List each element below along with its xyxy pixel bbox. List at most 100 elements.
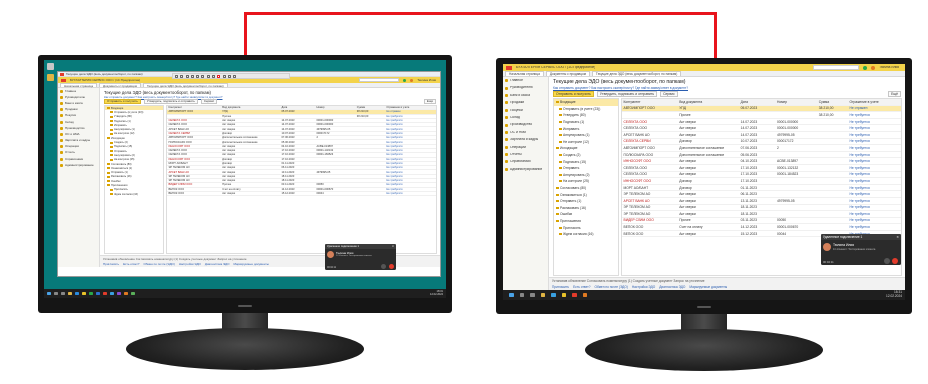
- tab-current-edo[interactable]: Текущие дела ЭДО (весь документооборот, …: [143, 83, 228, 88]
- app-icon[interactable]: [582, 292, 587, 298]
- app-icon[interactable]: [89, 291, 93, 296]
- hangup-button[interactable]: [892, 257, 898, 264]
- table-cell[interactable]: Не требуется: [848, 139, 901, 143]
- tree-folder-item[interactable]: Ознакомиться (1): [554, 191, 618, 198]
- tree-folder-item[interactable]: Аннулировать (1): [554, 132, 618, 139]
- status-link[interactable]: Диагностика ЭДО: [659, 285, 685, 289]
- tree-folder-item[interactable]: Исходящие: [554, 145, 618, 152]
- table-row[interactable]: МОРТ АО/БАНТ Договор 01.11.2023 Не требуетс…: [622, 185, 901, 192]
- tree-folder-item[interactable]: Исправить: [554, 125, 618, 132]
- sidebar-item[interactable]: Покупки: [503, 107, 548, 114]
- table-cell[interactable]: Не требуется: [385, 115, 436, 118]
- column-header[interactable]: Номер: [775, 100, 817, 104]
- app-icon[interactable]: [124, 291, 128, 296]
- table-cell[interactable]: Не требуется: [848, 212, 901, 216]
- table-row[interactable]: ВЕПОК ООО Счет на оплату 14.12.2023 00001-0…: [622, 224, 901, 231]
- table-cell[interactable]: Не требуется: [385, 162, 436, 165]
- record-icon[interactable]: [206, 74, 210, 78]
- table-cell[interactable]: Не требуется: [385, 119, 436, 122]
- app-icon[interactable]: [117, 291, 121, 296]
- sidebar-item[interactable]: Администрирование: [58, 162, 99, 168]
- menu-icon[interactable]: [222, 74, 226, 78]
- keyboard-icon[interactable]: [201, 74, 205, 78]
- table-row[interactable]: АРСЕТ ВАНК АО Акт сверки 13.11.2023 4979995…: [622, 198, 901, 205]
- column-header[interactable]: Сумма: [355, 106, 385, 109]
- table-cell[interactable]: Не требуется: [385, 175, 436, 178]
- tree-folder-item[interactable]: Согласовать (80): [554, 185, 618, 192]
- tree-folder-item[interactable]: Утвердить (80): [554, 112, 618, 119]
- status-link[interactable]: Пригласить: [103, 262, 119, 266]
- onec-icon[interactable]: [572, 292, 577, 298]
- search-input[interactable]: [359, 78, 400, 82]
- table-cell[interactable]: Не требуется: [848, 179, 901, 183]
- app-icon[interactable]: [131, 291, 135, 296]
- table-row[interactable]: Прочее 38 210,00 Не требуется: [622, 112, 901, 119]
- telegram-icon[interactable]: [551, 292, 556, 298]
- table-cell[interactable]: Не требуется: [385, 192, 436, 195]
- table-row[interactable]: ЭР ТЕЛЕКОМ АО Акт сверки 18.11.2023 Не треб…: [622, 211, 901, 218]
- sidebar-item[interactable]: Руководителю: [503, 84, 548, 91]
- column-header[interactable]: Номер: [315, 106, 355, 109]
- more-button[interactable]: Ещё: [888, 91, 901, 97]
- user-name[interactable]: Тюлина Илия: [417, 79, 440, 82]
- tab-documents[interactable]: Документы с продавцом: [99, 83, 141, 88]
- sidebar-item[interactable]: Продажи: [503, 99, 548, 106]
- tab-home[interactable]: Начальная страница: [505, 71, 544, 76]
- browser-icon[interactable]: [75, 291, 79, 296]
- table-row[interactable]: АВТОИМПОРТ ООО УПД 05.07.2023 38 210,00 Не о…: [622, 105, 901, 113]
- table-cell[interactable]: Не требуется: [385, 123, 436, 126]
- table-cell[interactable]: Не требуется: [385, 149, 436, 152]
- start-icon[interactable]: [509, 292, 514, 298]
- search-icon[interactable]: [54, 291, 58, 296]
- column-header[interactable]: Контрагент: [622, 100, 678, 104]
- table-row[interactable]: ИННОСОФТ ООО Акт сверки 04.10.2023 АСВЕ-013…: [622, 158, 901, 165]
- table-cell[interactable]: Не требуется: [385, 158, 436, 161]
- column-header[interactable]: Отражение в учете: [848, 100, 901, 104]
- table-cell[interactable]: Не требуется: [848, 166, 901, 170]
- status-link[interactable]: Настройки ЭДО: [179, 262, 201, 266]
- sidebar-item[interactable]: Зарплата и кадры: [503, 136, 548, 143]
- status-link[interactable]: Настройки ЭДО: [632, 285, 655, 289]
- status-link[interactable]: Диагностика ЭДО: [205, 262, 230, 266]
- table-row[interactable]: СЕЛЕКТА СЕРВИ Договор 10.07.2023 000017172 Н…: [622, 139, 901, 146]
- close-icon[interactable]: ✕: [896, 235, 899, 239]
- table-cell[interactable]: Не требуется: [848, 126, 901, 130]
- tree-folder-item[interactable]: Входящие: [554, 99, 618, 106]
- status-link[interactable]: Пригласить: [552, 285, 569, 289]
- table-cell[interactable]: Не требуется: [848, 225, 901, 229]
- tree-folder-item[interactable]: Аннулировать (2): [554, 172, 618, 179]
- column-header[interactable]: Дата: [739, 100, 775, 104]
- table-row[interactable]: ИННОСОФТ ООО Договор 17.10.2023 Не требуетс…: [622, 178, 901, 185]
- table-cell[interactable]: Не требуется: [848, 205, 901, 209]
- tab-current-edo[interactable]: Текущие дела ЭДО (весь документооборот, …: [591, 71, 682, 76]
- table-cell[interactable]: Не требуется: [848, 199, 901, 203]
- table-cell[interactable]: Не требуется: [848, 133, 901, 137]
- settings-icon[interactable]: [190, 74, 194, 78]
- table-row[interactable]: СЕЛЕКТА ООО Акт сверки 17.10.2023 00001-184…: [622, 172, 901, 179]
- status-actions[interactable]: Установив обновление Согласовать номенкл…: [103, 257, 247, 261]
- send-receive-button[interactable]: Отправить и получить: [104, 99, 141, 104]
- table-cell[interactable]: Не требуется: [385, 132, 436, 135]
- onec-icon[interactable]: [103, 291, 107, 296]
- column-header[interactable]: Вид документа: [678, 100, 739, 104]
- table-cell[interactable]: Не требуется: [848, 146, 901, 150]
- table-row[interactable]: АРСЕТ ВАНК АО Акт сверки 14.07.2023 4979995…: [622, 132, 901, 139]
- column-header[interactable]: Сумма: [817, 100, 848, 104]
- star-icon[interactable]: [410, 78, 414, 82]
- approve-sign-send-button[interactable]: Утвердить, подписать и отправить: [596, 91, 658, 97]
- service-button[interactable]: Сервис: [200, 99, 218, 104]
- close-icon[interactable]: [233, 74, 237, 78]
- tab-home[interactable]: Начальная страница: [60, 83, 98, 88]
- info-icon[interactable]: [212, 74, 216, 78]
- close-icon[interactable]: ✕: [392, 245, 394, 248]
- tree-folder-item[interactable]: Отправить (1): [554, 198, 618, 205]
- hangup-button[interactable]: [389, 263, 394, 269]
- column-header[interactable]: Контрагент: [167, 106, 221, 109]
- tree-folder-item[interactable]: Ждем согласия (16): [554, 231, 618, 238]
- desktop-icon[interactable]: [47, 74, 54, 81]
- more-button[interactable]: Ещё: [423, 99, 436, 104]
- chrome-icon[interactable]: [561, 292, 566, 298]
- search-input[interactable]: [813, 65, 860, 70]
- approve-sign-send-button[interactable]: Утвердить, подписать и отправить: [143, 99, 198, 104]
- sidebar-item[interactable]: Главное: [503, 77, 548, 84]
